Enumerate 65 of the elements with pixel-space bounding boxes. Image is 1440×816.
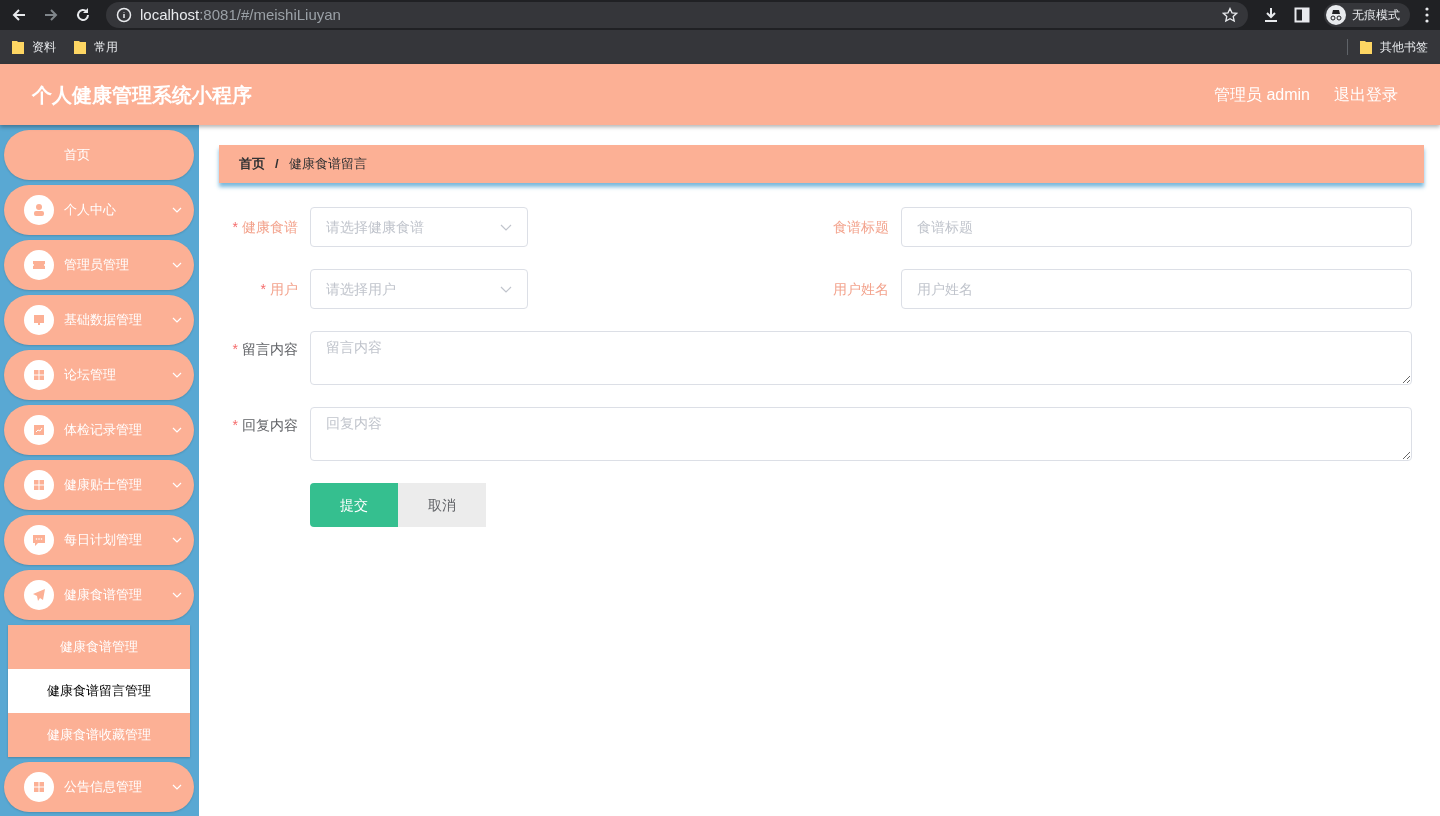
url-text: localhost:8081/#/meishiLiuyan (140, 4, 342, 25)
submenu-item[interactable]: 健康食谱留言管理 (8, 669, 190, 713)
sidebar-item[interactable]: 管理员管理 (4, 240, 194, 290)
chevron-icon (500, 285, 512, 293)
menu-icon[interactable] (1424, 7, 1430, 23)
sidebar-item[interactable]: 每日计划管理 (4, 515, 194, 565)
profile-badge[interactable]: 无痕模式 (1324, 3, 1410, 27)
grid-icon (24, 360, 54, 390)
chart-icon (24, 415, 54, 445)
breadcrumb-separator: / (275, 155, 279, 174)
field-label: * 回复内容 (231, 416, 299, 435)
sidebar-item[interactable]: 体检记录管理 (4, 405, 194, 455)
star-icon[interactable] (1222, 7, 1238, 23)
grid-icon (24, 772, 54, 802)
cancel-button[interactable]: 取消 (398, 483, 486, 527)
field-label: * 用户 (259, 279, 299, 299)
breadcrumb-item[interactable]: 首页 (239, 154, 265, 174)
chevron-icon (172, 537, 182, 543)
folder-icon (12, 40, 24, 54)
chevron-icon (172, 784, 182, 790)
folder-icon (1360, 40, 1372, 54)
chat-icon (24, 525, 54, 555)
breadcrumb-item: 健康食谱留言 (288, 155, 367, 174)
field-label: 用户姓名 (832, 279, 890, 299)
profile-label: 无痕模式 (1352, 7, 1400, 24)
incognito-icon (1326, 5, 1346, 25)
side-panel-icon[interactable] (1294, 7, 1310, 23)
user-label: 管理员 admin (1213, 84, 1310, 105)
sidebar-item[interactable]: 公告信息管理 (4, 762, 194, 812)
sidebar-item[interactable]: 论坛管理 (4, 350, 194, 400)
info-icon (116, 7, 132, 23)
bookmark[interactable]: 其他书签 (1360, 38, 1428, 56)
sidebar-item[interactable]: 健康贴士管理 (4, 460, 194, 510)
chevron-icon (172, 427, 182, 433)
monitor-icon (24, 305, 54, 335)
person-icon (24, 195, 54, 225)
paper-plane-icon (24, 580, 54, 610)
chevron-icon (172, 207, 182, 213)
chevron-icon (172, 482, 182, 488)
chevron-icon (500, 223, 512, 231)
field-label: 食谱标题 (832, 217, 890, 237)
download-icon[interactable] (1262, 6, 1280, 24)
sidebar-item[interactable]: 基础数据管理 (4, 295, 194, 345)
bookmark[interactable]: 资料 (12, 38, 56, 56)
address-bar[interactable]: localhost:8081/#/meishiLiuyan (106, 2, 1248, 28)
field-label: * 留言内容 (231, 340, 299, 359)
ticket-icon (24, 250, 54, 280)
sidebar-item[interactable]: 首页 (4, 130, 194, 180)
chevron-icon (172, 372, 182, 378)
app-title: 个人健康管理系统小程序 (32, 82, 252, 108)
grid-icon (24, 470, 54, 500)
folder-icon (74, 40, 86, 54)
logout-link[interactable]: 退出登录 (1334, 82, 1398, 107)
sidebar-item[interactable]: 个人中心 (4, 185, 194, 235)
reload-icon[interactable] (74, 6, 92, 24)
bookmark[interactable]: 常用 (74, 38, 118, 56)
submenu-item[interactable]: 健康食谱收藏管理 (8, 713, 190, 757)
submenu-item[interactable]: 健康食谱管理 (8, 625, 190, 669)
field-label: * 健康食谱 (231, 217, 299, 237)
chevron-icon (172, 592, 182, 598)
chevron-icon (172, 317, 182, 323)
text-area[interactable]: 留言内容 (310, 331, 1412, 385)
sidebar-item[interactable]: 健康食谱管理 (4, 570, 194, 620)
submit-button[interactable]: 提交 (310, 483, 398, 527)
chevron-icon (172, 262, 182, 268)
